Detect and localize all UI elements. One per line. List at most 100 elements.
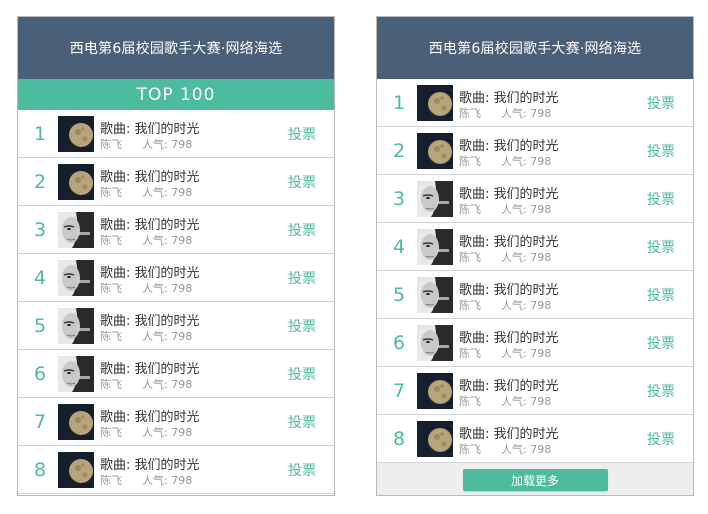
- vote-button[interactable]: 投票: [288, 446, 316, 493]
- contestant-row: 2 歌曲: 我们的时光 陈飞 人气: 798 投票: [18, 158, 334, 206]
- contestant-row: 5 歌曲: 我们的时光 陈飞 人气: 798 投票: [377, 271, 693, 319]
- vote-button[interactable]: 投票: [288, 398, 316, 445]
- vote-button[interactable]: 投票: [647, 79, 675, 126]
- vote-button[interactable]: 投票: [288, 350, 316, 397]
- song-title: 歌曲: 我们的时光: [459, 235, 559, 250]
- song-title: 歌曲: 我们的时光: [459, 91, 559, 106]
- song-title: 歌曲: 我们的时光: [459, 283, 559, 298]
- portrait-icon: [58, 356, 94, 392]
- rank-number: 3: [392, 187, 406, 210]
- contestant-list: 1 歌曲: 我们的时光 陈飞 人气: 798 投票 2 歌曲: 我们的时光 陈飞 人气: 798…: [377, 79, 693, 463]
- contestant-list: 1 歌曲: 我们的时光 陈飞 人气: 798 投票 2 歌曲: 我们的时光 陈飞 人气: 798…: [18, 110, 334, 494]
- vote-button[interactable]: 投票: [647, 223, 675, 270]
- portrait-icon: [58, 212, 94, 248]
- song-title: 歌曲: 我们的时光: [459, 331, 559, 346]
- moon-icon: [58, 404, 94, 440]
- rank-number: 1: [392, 91, 406, 114]
- popularity-count: 人气: 798: [501, 395, 552, 408]
- moon-icon: [417, 421, 453, 457]
- popularity-count: 人气: 798: [501, 251, 552, 264]
- vote-button[interactable]: 投票: [647, 319, 675, 366]
- contestant-row: 8 歌曲: 我们的时光 陈飞 人气: 798 投票: [377, 415, 693, 463]
- portrait-icon: [58, 260, 94, 296]
- contestant-row: 7 歌曲: 我们的时光 陈飞 人气: 798 投票: [18, 398, 334, 446]
- singer-name: 陈飞: [459, 443, 481, 456]
- contestant-row: 1 歌曲: 我们的时光 陈飞 人气: 798 投票: [377, 79, 693, 127]
- contestant-meta: 陈飞 人气: 798: [459, 249, 551, 265]
- popularity-count: 人气: 798: [142, 234, 193, 247]
- contestant-meta: 陈飞 人气: 798: [459, 153, 551, 169]
- contestant-row: 6 歌曲: 我们的时光 陈飞 人气: 798 投票: [377, 319, 693, 367]
- popularity-count: 人气: 798: [142, 426, 193, 439]
- contestant-row: 3 歌曲: 我们的时光 陈飞 人气: 798 投票: [18, 206, 334, 254]
- contestant-row: 4 歌曲: 我们的时光 陈飞 人气: 798 投票: [377, 223, 693, 271]
- moon-icon: [417, 373, 453, 409]
- singer-name: 陈飞: [100, 138, 122, 151]
- popularity-count: 人气: 798: [142, 186, 193, 199]
- rank-number: 8: [33, 458, 47, 481]
- singer-name: 陈飞: [459, 299, 481, 312]
- contestant-meta: 陈飞 人气: 798: [459, 345, 551, 361]
- singer-name: 陈飞: [100, 474, 122, 487]
- song-title: 歌曲: 我们的时光: [459, 379, 559, 394]
- ranking-panel-top100: 西电第6届校园歌手大赛·网络海选 TOP 100 1 歌曲: 我们的时光 陈飞 人气:…: [17, 16, 335, 496]
- vote-button[interactable]: 投票: [288, 254, 316, 301]
- top100-label: TOP 100: [136, 84, 216, 105]
- vote-button[interactable]: 投票: [647, 127, 675, 174]
- rank-number: 7: [392, 379, 406, 402]
- vote-button[interactable]: 投票: [288, 158, 316, 205]
- popularity-count: 人气: 798: [142, 282, 193, 295]
- page-header: 西电第6届校园歌手大赛·网络海选: [377, 17, 693, 79]
- contestant-meta: 陈飞 人气: 798: [100, 328, 192, 344]
- contestant-meta: 陈飞 人气: 798: [100, 136, 192, 152]
- contestant-meta: 陈飞 人气: 798: [100, 232, 192, 248]
- popularity-count: 人气: 798: [501, 107, 552, 120]
- singer-name: 陈飞: [100, 426, 122, 439]
- contestant-row: 6 歌曲: 我们的时光 陈飞 人气: 798 投票: [18, 350, 334, 398]
- contestant-row: 4 歌曲: 我们的时光 陈飞 人气: 798 投票: [18, 254, 334, 302]
- rank-number: 1: [33, 122, 47, 145]
- singer-name: 陈飞: [100, 330, 122, 343]
- vote-button[interactable]: 投票: [647, 367, 675, 414]
- song-title: 歌曲: 我们的时光: [100, 458, 200, 473]
- moon-icon: [58, 164, 94, 200]
- song-title: 歌曲: 我们的时光: [100, 170, 200, 185]
- song-title: 歌曲: 我们的时光: [459, 139, 559, 154]
- rank-number: 7: [33, 410, 47, 433]
- contestant-meta: 陈飞 人气: 798: [459, 297, 551, 313]
- vote-button[interactable]: 投票: [647, 271, 675, 318]
- vote-button[interactable]: 投票: [647, 175, 675, 222]
- contestant-meta: 陈飞 人气: 798: [100, 184, 192, 200]
- singer-name: 陈飞: [459, 155, 481, 168]
- load-more-bar: 加载更多: [377, 463, 693, 495]
- page-title: 西电第6届校园歌手大赛·网络海选: [69, 41, 283, 57]
- popularity-count: 人气: 798: [142, 330, 193, 343]
- singer-name: 陈飞: [100, 282, 122, 295]
- song-title: 歌曲: 我们的时光: [459, 187, 559, 202]
- portrait-icon: [417, 181, 453, 217]
- rank-number: 6: [392, 331, 406, 354]
- rank-number: 5: [33, 314, 47, 337]
- song-title: 歌曲: 我们的时光: [100, 362, 200, 377]
- vote-button[interactable]: 投票: [288, 302, 316, 349]
- contestant-meta: 陈飞 人气: 798: [100, 280, 192, 296]
- rank-number: 3: [33, 218, 47, 241]
- load-more-button[interactable]: 加载更多: [462, 469, 608, 491]
- song-title: 歌曲: 我们的时光: [100, 122, 200, 137]
- rank-number: 2: [392, 139, 406, 162]
- vote-button[interactable]: 投票: [647, 415, 675, 462]
- singer-name: 陈飞: [459, 347, 481, 360]
- popularity-count: 人气: 798: [501, 203, 552, 216]
- rank-number: 8: [392, 427, 406, 450]
- contestant-row: 8 歌曲: 我们的时光 陈飞 人气: 798 投票: [18, 446, 334, 494]
- vote-button[interactable]: 投票: [288, 110, 316, 157]
- song-title: 歌曲: 我们的时光: [100, 314, 200, 329]
- rank-number: 5: [392, 283, 406, 306]
- song-title: 歌曲: 我们的时光: [100, 218, 200, 233]
- page-title: 西电第6届校园歌手大赛·网络海选: [428, 41, 642, 57]
- vote-button[interactable]: 投票: [288, 206, 316, 253]
- singer-name: 陈飞: [100, 378, 122, 391]
- contestant-meta: 陈飞 人气: 798: [459, 393, 551, 409]
- moon-icon: [58, 452, 94, 488]
- rank-number: 4: [392, 235, 406, 258]
